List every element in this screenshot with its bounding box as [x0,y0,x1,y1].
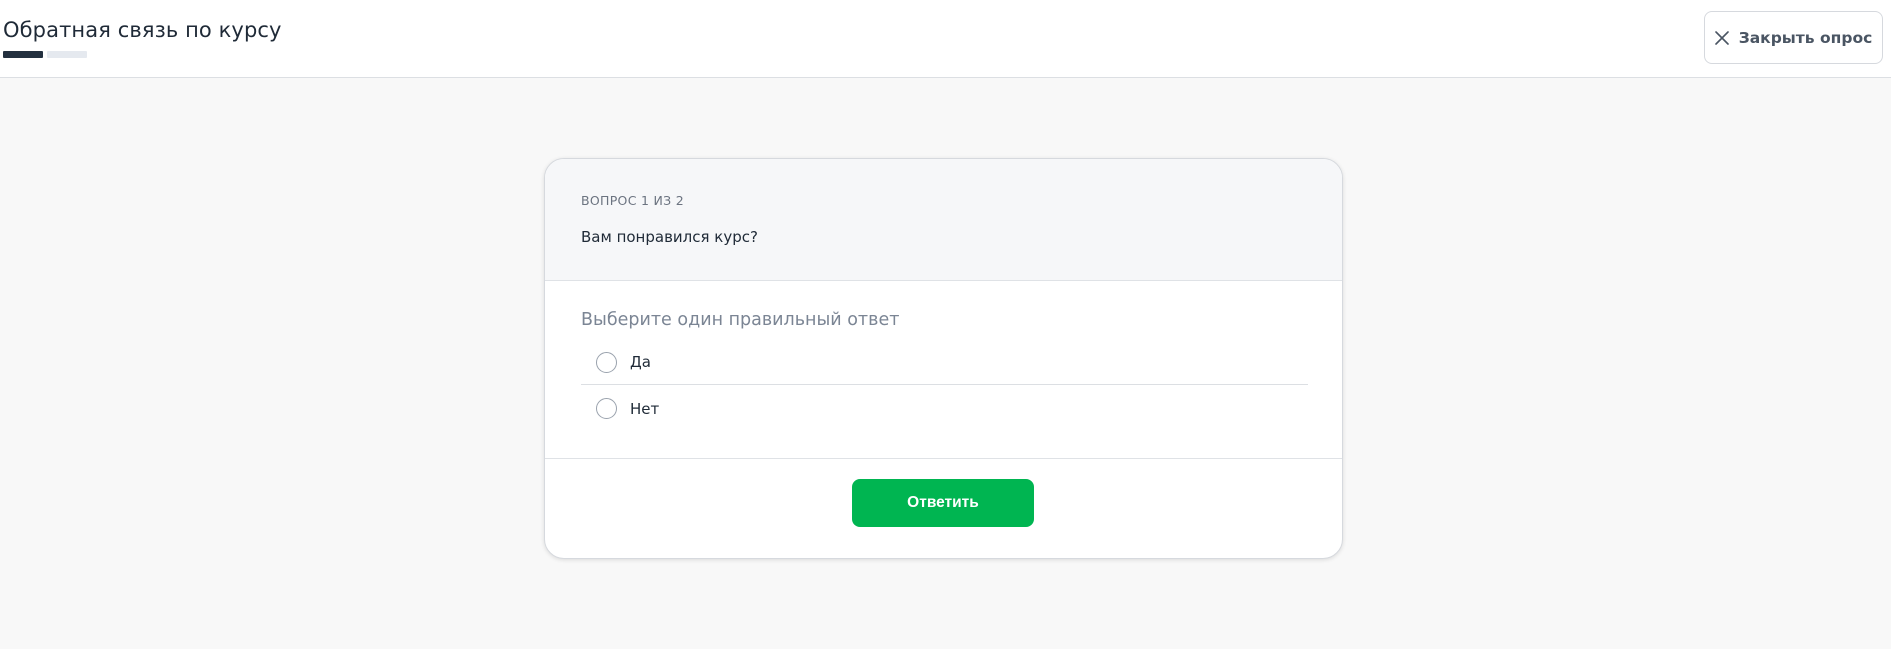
close-survey-button[interactable]: Закрыть опрос [1704,11,1883,64]
progress-segment-1 [3,51,43,58]
answer-option-label: Нет [630,399,660,418]
submit-answer-button[interactable]: Ответить [852,479,1034,527]
question-counter: ВОПРОС 1 ИЗ 2 [581,193,685,208]
close-icon [1714,30,1729,45]
radio-button[interactable] [596,351,617,373]
answer-option-label: Да [630,353,651,371]
page-title: Обратная связь по курсу [3,18,282,42]
progress-segment-2 [47,51,87,58]
divider [545,458,1342,459]
radio-button[interactable] [596,398,617,419]
answer-option-yes[interactable]: Да [581,340,1308,385]
answer-option-no[interactable]: Нет [581,386,1308,431]
answer-instruction: Выберите один правильный ответ [581,310,900,330]
question-card: ВОПРОС 1 ИЗ 2 Вам понравился курс? Выбер… [544,158,1343,559]
survey-progress [3,51,87,58]
close-survey-label: Закрыть опрос [1738,28,1873,47]
top-bar: Обратная связь по курсу Закрыть опрос [0,0,1891,78]
submit-label: Ответить [907,494,979,511]
question-header: ВОПРОС 1 ИЗ 2 Вам понравился курс? [545,159,1342,281]
question-text: Вам понравился курс? [581,228,758,246]
